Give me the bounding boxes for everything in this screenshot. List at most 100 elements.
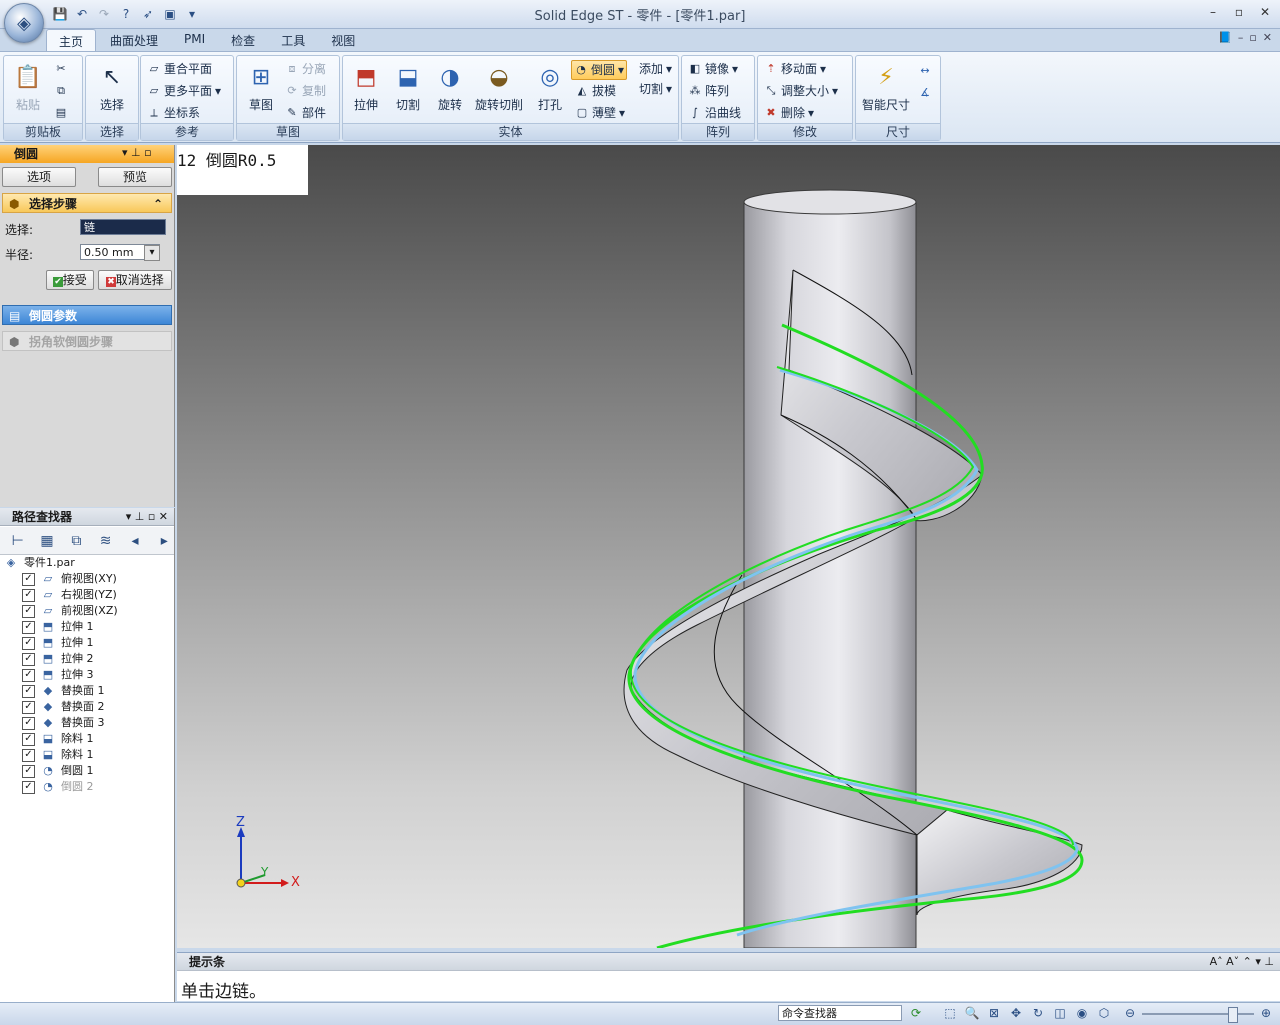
help-book-icon[interactable]: 📘 [1218, 31, 1232, 44]
save-icon[interactable]: 💾 [50, 5, 70, 23]
shaft-top-face[interactable] [743, 189, 917, 215]
tree-item[interactable]: ✓ ◆ 替换面 1 [22, 683, 105, 699]
fillet-params-step-header[interactable]: ▤ 倒圆参数 [2, 305, 172, 325]
tab-tools[interactable]: 工具 [269, 29, 317, 51]
zoom-area-icon[interactable]: ⬚ [942, 1006, 958, 1022]
visibility-checkbox[interactable]: ✓ [22, 716, 35, 730]
zoom-out-icon[interactable]: ⊖ [1122, 1006, 1138, 1022]
tree-item[interactable]: ✓ ⬒ 拉伸 2 [22, 651, 94, 667]
layers-icon[interactable]: ≋ [96, 531, 115, 551]
draft-button[interactable]: ◭ 拔模 [575, 82, 616, 100]
select-type-dropdown[interactable]: 链 [80, 219, 166, 235]
cut-menu-button[interactable]: 切割 ▾ [639, 80, 672, 98]
doc-restore-button[interactable]: ▫ [1249, 31, 1256, 44]
pattern-button[interactable]: ⁂ 阵列 [688, 82, 730, 100]
along-curve-button[interactable]: ∫ 沿曲线 [688, 104, 741, 122]
tree-item[interactable]: ✓ ⬒ 拉伸 3 [22, 667, 94, 683]
shaft-body[interactable] [743, 201, 917, 948]
tab-inspect[interactable]: 检查 [219, 29, 267, 51]
tree-item[interactable]: ✓ ▱ 前视图(XZ) [22, 603, 118, 619]
coincident-plane-button[interactable]: ▱ 重合平面 [147, 60, 212, 78]
refresh-icon[interactable]: ⟳ [908, 1006, 924, 1022]
round-button[interactable]: ◔ 倒圆 ▾ [571, 60, 628, 80]
view-orient-icon[interactable]: ◫ [1052, 1006, 1068, 1022]
visibility-checkbox[interactable]: ✓ [22, 636, 35, 650]
radius-dropdown-chevron-icon[interactable]: ▾ [144, 245, 160, 261]
tree-item[interactable]: ✓ ⬒ 拉伸 1 [22, 619, 94, 635]
visibility-checkbox[interactable]: ✓ [22, 780, 35, 794]
coordinate-system-button[interactable]: ⟂ 坐标系 [147, 104, 200, 122]
doc-minimize-button[interactable]: – [1238, 31, 1244, 44]
part-model-render[interactable] [177, 145, 1280, 948]
resize-button[interactable]: ⤡ 调整大小 ▾ [764, 82, 838, 100]
delete-button[interactable]: ✖ 删除 ▾ [764, 104, 814, 122]
visibility-checkbox[interactable]: ✓ [22, 764, 35, 778]
doc-close-button[interactable]: ✕ [1263, 31, 1272, 44]
visibility-checkbox[interactable]: ✓ [22, 668, 35, 682]
tree-root[interactable]: ◈ 零件1.par [4, 555, 75, 571]
zoom-in-icon[interactable]: ⊕ [1258, 1006, 1274, 1022]
tree-item[interactable]: ✓ ⬓ 除料 1 [22, 731, 94, 747]
scroll-left-icon[interactable]: ◂ [125, 531, 144, 551]
tree-view-icon[interactable]: ⊢ [8, 531, 27, 551]
scroll-right-icon[interactable]: ▸ [155, 531, 174, 551]
close-button[interactable]: ✕ [1256, 4, 1274, 20]
select-button[interactable]: ↖ 选择 [92, 60, 132, 113]
copy-sketch-button[interactable]: ⟳ 复制 [285, 82, 326, 100]
minimize-button[interactable]: – [1204, 4, 1222, 20]
cut-button[interactable]: ⬓ 切割 [391, 60, 425, 113]
pan-icon[interactable]: ✥ [1008, 1006, 1024, 1022]
select-step-header[interactable]: ⬢ 选择步骤 ⌃ [2, 193, 172, 213]
part-icon[interactable]: ▣ [160, 5, 180, 23]
extrude-button[interactable]: ⬒ 拉伸 [349, 60, 383, 113]
sketch-button[interactable]: ⊞ 草图 [241, 60, 281, 113]
visibility-checkbox[interactable]: ✓ [22, 700, 35, 714]
tab-view[interactable]: 视图 [319, 29, 367, 51]
deselect-button[interactable]: ✖取消选择 [98, 270, 172, 290]
smart-dimension-button[interactable]: ⚡ 智能尺寸 [858, 60, 914, 113]
visibility-checkbox[interactable]: ✓ [22, 588, 35, 602]
dropdown-icon[interactable]: ▾ [182, 5, 202, 23]
features-view-icon[interactable]: ▦ [37, 531, 56, 551]
tree-item[interactable]: ✓ ▱ 右视图(YZ) [22, 587, 117, 603]
tree-item[interactable]: ✓ ⬒ 拉伸 1 [22, 635, 94, 651]
prompt-bar-controls[interactable]: A˄ A˅ ⌃ ▾ ⊥ [1210, 953, 1274, 971]
visibility-checkbox[interactable]: ✓ [22, 604, 35, 618]
soft-corner-step-header[interactable]: ⬢ 拐角软倒圆步骤 [2, 331, 172, 351]
accept-button[interactable]: ✔接受 [46, 270, 94, 290]
helix-blade-lower[interactable] [916, 809, 1083, 916]
tree-item[interactable]: ✓ ▱ 俯视图(XY) [22, 571, 117, 587]
options-button[interactable]: 选项 [2, 167, 76, 187]
revolve-cut-button[interactable]: ◒ 旋转切削 [471, 60, 527, 113]
zoom-slider-thumb[interactable] [1228, 1007, 1238, 1023]
thin-wall-button[interactable]: ▢ 薄壁 ▾ [575, 104, 625, 122]
zoom-icon[interactable]: 🔍 [964, 1006, 980, 1022]
path-finder-window-controls[interactable]: ▾ ⊥ ▫ ✕ [126, 508, 168, 526]
maximize-button[interactable]: ▫ [1230, 4, 1248, 20]
rotate-icon[interactable]: ↻ [1030, 1006, 1046, 1022]
tab-home[interactable]: 主页 [46, 29, 97, 52]
tree-item[interactable]: ✓ ◔ 倒圆 1 [22, 763, 94, 779]
dimension-tool-2-button[interactable]: ∡ [918, 84, 932, 102]
tab-surfacing[interactable]: 曲面处理 [98, 29, 170, 51]
mirror-button[interactable]: ◧ 镜像 ▾ [688, 60, 738, 78]
paste-special-button[interactable]: ▤ [54, 104, 68, 122]
fit-icon[interactable]: ⊠ [986, 1006, 1002, 1022]
revolve-button[interactable]: ◑ 旋转 [433, 60, 467, 113]
pointer-icon[interactable]: ➶ [138, 5, 158, 23]
visibility-checkbox[interactable]: ✓ [22, 748, 35, 762]
dimension-tool-1-button[interactable]: ↔ [918, 62, 932, 80]
separate-button[interactable]: ⧈ 分离 [285, 60, 327, 78]
shading-icon[interactable]: ◉ [1074, 1006, 1090, 1022]
undo-icon[interactable]: ↶ [72, 5, 92, 23]
copy-clip-button[interactable]: ⧉ [54, 82, 68, 100]
tree-item[interactable]: ✓ ◔ 倒圆 2 [22, 779, 94, 795]
visibility-checkbox[interactable]: ✓ [22, 652, 35, 666]
tree-item[interactable]: ✓ ◆ 替换面 3 [22, 715, 105, 731]
3d-viewport[interactable]: 12 倒圆R0.5 Z Y X [177, 145, 1280, 948]
more-planes-button[interactable]: ▱ 更多平面 ▾ [147, 82, 221, 100]
hole-button[interactable]: ◎ 打孔 [533, 60, 567, 113]
move-faces-button[interactable]: ⇡ 移动面 ▾ [764, 60, 826, 78]
tree-item[interactable]: ✓ ◆ 替换面 2 [22, 699, 105, 715]
paste-button[interactable]: 📋 粘贴 [8, 60, 48, 113]
